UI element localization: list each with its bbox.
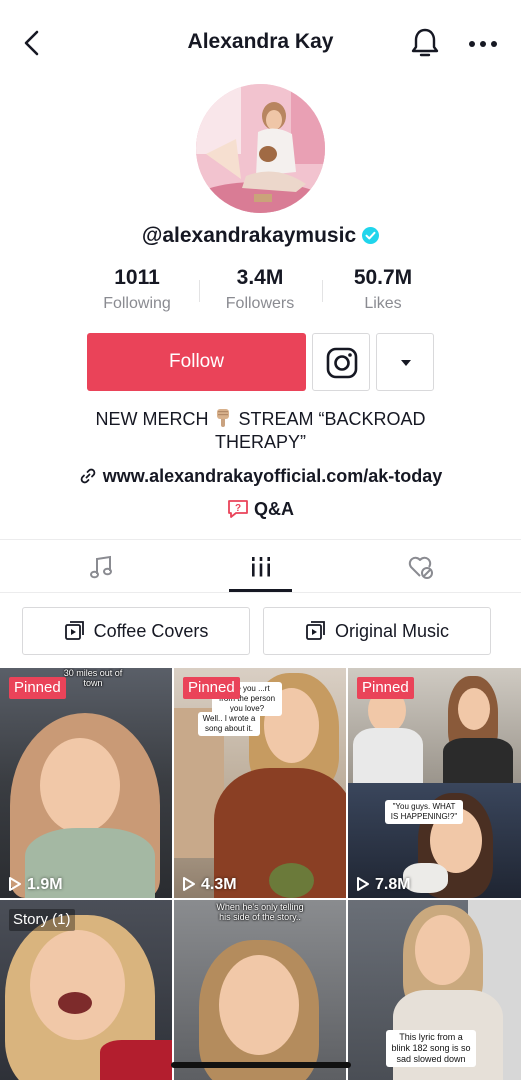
liked-hidden-icon bbox=[408, 556, 433, 579]
profile-handle: @alexandrakaymusic bbox=[0, 224, 521, 248]
playlist-coffee-covers[interactable]: Coffee Covers bbox=[22, 607, 250, 655]
playlist-icon bbox=[64, 621, 84, 640]
bio-link[interactable]: www.alexandrakayofficial.com/ak-today bbox=[0, 466, 521, 487]
thumbnail-face bbox=[458, 688, 490, 730]
video-thumbnail[interactable]: When he's only telling his side of the s… bbox=[174, 900, 346, 1080]
verified-badge-icon bbox=[362, 227, 380, 244]
followers-label: Followers bbox=[225, 295, 295, 312]
view-count: 1.9M bbox=[8, 876, 63, 894]
following-label: Following bbox=[103, 295, 171, 312]
suggested-accounts-button[interactable] bbox=[376, 333, 434, 391]
playlist-icon bbox=[306, 621, 325, 640]
play-icon bbox=[357, 877, 369, 891]
qa-icon: ? bbox=[228, 500, 248, 518]
avatar[interactable] bbox=[196, 84, 325, 213]
more-options-button[interactable] bbox=[466, 30, 500, 58]
instagram-icon bbox=[326, 347, 358, 379]
tab-liked[interactable] bbox=[334, 540, 507, 592]
play-icon bbox=[9, 877, 21, 891]
thumbnail-face bbox=[30, 930, 125, 1040]
video-caption: 30 miles out of town bbox=[63, 668, 123, 688]
thumbnail-face bbox=[40, 738, 120, 833]
grid-icon bbox=[251, 557, 270, 577]
view-count: 7.8M bbox=[356, 876, 411, 894]
tab-videos[interactable] bbox=[174, 540, 347, 592]
thumbnail-face bbox=[415, 915, 470, 985]
following-count: 1011 bbox=[114, 266, 160, 289]
video-caption: "You guys. WHAT IS HAPPENING!?" bbox=[385, 800, 463, 824]
followers-count: 3.4M bbox=[236, 266, 284, 289]
stat-following[interactable]: 1011 Following bbox=[77, 266, 197, 313]
page-title: Alexandra Kay bbox=[187, 30, 334, 53]
view-count-text: 4.3M bbox=[201, 876, 237, 893]
playlist-label: Original Music bbox=[334, 621, 450, 641]
bio-text: NEW MERCH STREAM “BACKROAD THERAPY” bbox=[60, 408, 461, 454]
pointing-down-emoji-icon bbox=[217, 409, 230, 427]
tab-music[interactable] bbox=[14, 540, 187, 592]
notifications-button[interactable] bbox=[408, 26, 442, 60]
pinned-badge: Pinned bbox=[9, 677, 66, 699]
handle-text: @alexandrakaymusic bbox=[141, 224, 357, 247]
view-count-text: 1.9M bbox=[27, 876, 63, 893]
thumbnail-mouth bbox=[58, 992, 92, 1014]
playlist-label: Coffee Covers bbox=[93, 621, 209, 641]
thumbnail-face bbox=[219, 955, 299, 1055]
video-caption: Well.. I wrote a song about it. bbox=[198, 712, 260, 736]
bio-line2: THERAPY” bbox=[214, 432, 306, 452]
thumbnail-shirt bbox=[100, 1040, 172, 1080]
bell-icon bbox=[411, 28, 439, 57]
home-indicator bbox=[171, 1062, 351, 1068]
svg-text:?: ? bbox=[235, 503, 241, 514]
story-badge: Story (1) bbox=[9, 909, 75, 931]
view-count-text: 7.8M bbox=[375, 876, 411, 893]
instagram-button[interactable] bbox=[312, 333, 370, 391]
header: Alexandra Kay bbox=[0, 0, 521, 90]
tabs-bottom-divider bbox=[0, 592, 521, 593]
video-caption: When he's only telling his side of the s… bbox=[216, 902, 304, 922]
video-thumbnail[interactable]: Story (1) bbox=[0, 900, 172, 1080]
play-icon bbox=[183, 877, 195, 891]
profile-stats: 1011 Following 3.4M Followers 50.7M Like… bbox=[0, 266, 521, 318]
video-thumbnail[interactable]: 30 miles out of town Pinned 1.9M bbox=[0, 668, 172, 898]
likes-count: 50.7M bbox=[353, 266, 413, 289]
pinned-badge: Pinned bbox=[183, 677, 240, 699]
video-thumbnail[interactable]: This lyric from a blink 182 song is so s… bbox=[348, 900, 521, 1080]
video-grid: 30 miles out of town Pinned 1.9M t like … bbox=[0, 668, 521, 1080]
more-horizontal-icon bbox=[469, 41, 497, 47]
video-caption: This lyric from a blink 182 song is so s… bbox=[386, 1030, 476, 1067]
bio-link-text: www.alexandrakayofficial.com/ak-today bbox=[102, 466, 443, 486]
link-icon bbox=[80, 468, 96, 484]
music-note-icon bbox=[89, 555, 112, 579]
bio-line1-a: NEW MERCH bbox=[95, 409, 209, 429]
qa-button[interactable]: ? Q&A bbox=[0, 499, 521, 520]
stat-followers[interactable]: 3.4M Followers bbox=[200, 266, 320, 313]
video-thumbnail[interactable]: "You guys. WHAT IS HAPPENING!?" Pinned 7… bbox=[348, 668, 521, 898]
pinned-badge: Pinned bbox=[357, 677, 414, 699]
stat-likes[interactable]: 50.7M Likes bbox=[323, 266, 443, 313]
caret-down-icon bbox=[401, 360, 411, 366]
video-thumbnail[interactable]: t like you ...rt from the person you lov… bbox=[174, 668, 346, 898]
follow-button[interactable]: Follow bbox=[87, 333, 306, 391]
view-count: 4.3M bbox=[182, 876, 237, 894]
thumbnail-man-shirt bbox=[353, 728, 423, 783]
bio-line1-b: STREAM “BACKROAD bbox=[238, 409, 426, 429]
thumbnail-woman-top bbox=[443, 738, 513, 783]
qa-label: Q&A bbox=[254, 499, 294, 519]
likes-label: Likes bbox=[364, 295, 402, 312]
playlist-original-music[interactable]: Original Music bbox=[263, 607, 491, 655]
thumbnail-plant bbox=[269, 863, 314, 898]
avatar-photo bbox=[196, 84, 325, 213]
